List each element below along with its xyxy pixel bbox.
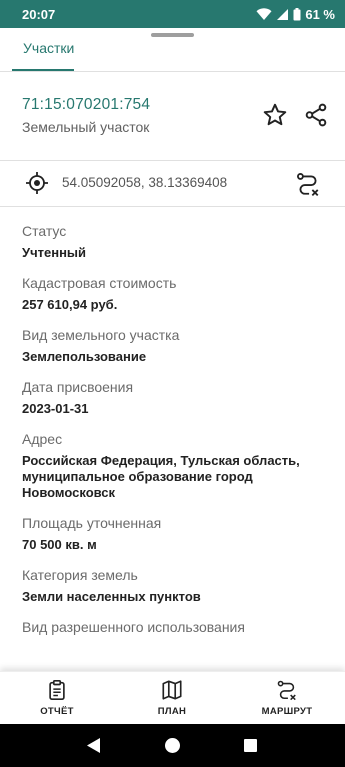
property-value: Учтенный: [22, 245, 87, 260]
property-value: Российская Федерация, Тульская область, …: [22, 453, 300, 500]
property-value: 257 610,94 руб.: [22, 297, 118, 312]
route-button[interactable]: [295, 171, 321, 197]
coordinates-text[interactable]: 54.05092058, 38.13369408: [62, 175, 227, 190]
property-value: 2023-01-31: [22, 401, 89, 416]
wifi-icon: [256, 7, 272, 20]
property-label: Вид земельного участка: [22, 327, 180, 343]
nav-report-label: ОТЧЁТ: [40, 706, 74, 717]
property-land-type: Вид земельного участка Землепользование: [22, 326, 322, 365]
drag-handle[interactable]: [151, 33, 194, 37]
signal-icon: [277, 8, 289, 20]
property-value: 70 500 кв. м: [22, 537, 97, 552]
status-icons: 61 %: [256, 7, 335, 22]
battery-icon: [293, 7, 301, 20]
share-button[interactable]: [303, 102, 329, 128]
home-icon[interactable]: [165, 738, 180, 753]
property-list: Статус Учтенный Кадастровая стоимость 25…: [22, 222, 322, 649]
crosshair-icon: [26, 172, 48, 194]
property-cadastral-value: Кадастровая стоимость 257 610,94 руб.: [22, 274, 322, 313]
property-value: Земли населенных пунктов: [22, 589, 201, 604]
locate-button[interactable]: [25, 171, 49, 195]
favorite-button[interactable]: [262, 102, 288, 128]
nav-route-label: МАРШРУТ: [261, 706, 313, 717]
property-label: Кадастровая стоимость: [22, 275, 177, 291]
property-permitted-use: Вид разрешенного использования: [22, 618, 322, 636]
tab-divider: [0, 71, 345, 72]
property-label: Дата присвоения: [22, 379, 134, 395]
battery-level: 61 %: [305, 6, 335, 22]
property-value: Землепользование: [22, 349, 147, 364]
property-status: Статус Учтенный: [22, 222, 322, 261]
property-land-category: Категория земель Земли населенных пункто…: [22, 566, 322, 605]
property-label: Категория земель: [22, 567, 138, 583]
property-label: Статус: [22, 223, 67, 239]
property-address: Адрес Российская Федерация, Тульская обл…: [22, 430, 322, 501]
nav-report-button[interactable]: ОТЧЁТ: [12, 679, 102, 723]
nav-plan-button[interactable]: ПЛАН: [127, 679, 217, 723]
system-navigation-bar: [0, 724, 345, 767]
tab-parcels[interactable]: Участки: [23, 40, 74, 56]
map-icon: [162, 680, 182, 700]
property-area: Площадь уточненная 70 500 кв. м: [22, 514, 322, 553]
property-label: Вид разрешенного использования: [22, 619, 245, 635]
property-label: Площадь уточненная: [22, 515, 162, 531]
back-icon[interactable]: [86, 737, 101, 754]
nav-route-button[interactable]: МАРШРУТ: [242, 679, 332, 723]
property-assigned-date: Дата присвоения 2023-01-31: [22, 378, 322, 417]
star-icon: [263, 103, 287, 126]
bottom-navigation: ОТЧЁТ ПЛАН МАРШРУТ: [0, 671, 345, 724]
status-time: 20:07: [22, 6, 56, 22]
property-label: Адрес: [22, 431, 63, 447]
recent-apps-icon[interactable]: [244, 739, 257, 752]
route-icon: [297, 173, 319, 197]
parcel-type: Земельный участок: [22, 119, 150, 135]
cadastral-number: 71:15:070201:754: [22, 96, 151, 113]
nav-plan-label: ПЛАН: [157, 706, 187, 717]
coordinates-divider: [0, 206, 345, 207]
status-bar: 20:07 61 %: [0, 0, 345, 28]
route-icon: [277, 680, 296, 701]
clipboard-icon: [49, 680, 65, 700]
share-icon: [305, 103, 327, 127]
coordinates-row: 54.05092058, 38.13369408: [0, 160, 345, 206]
